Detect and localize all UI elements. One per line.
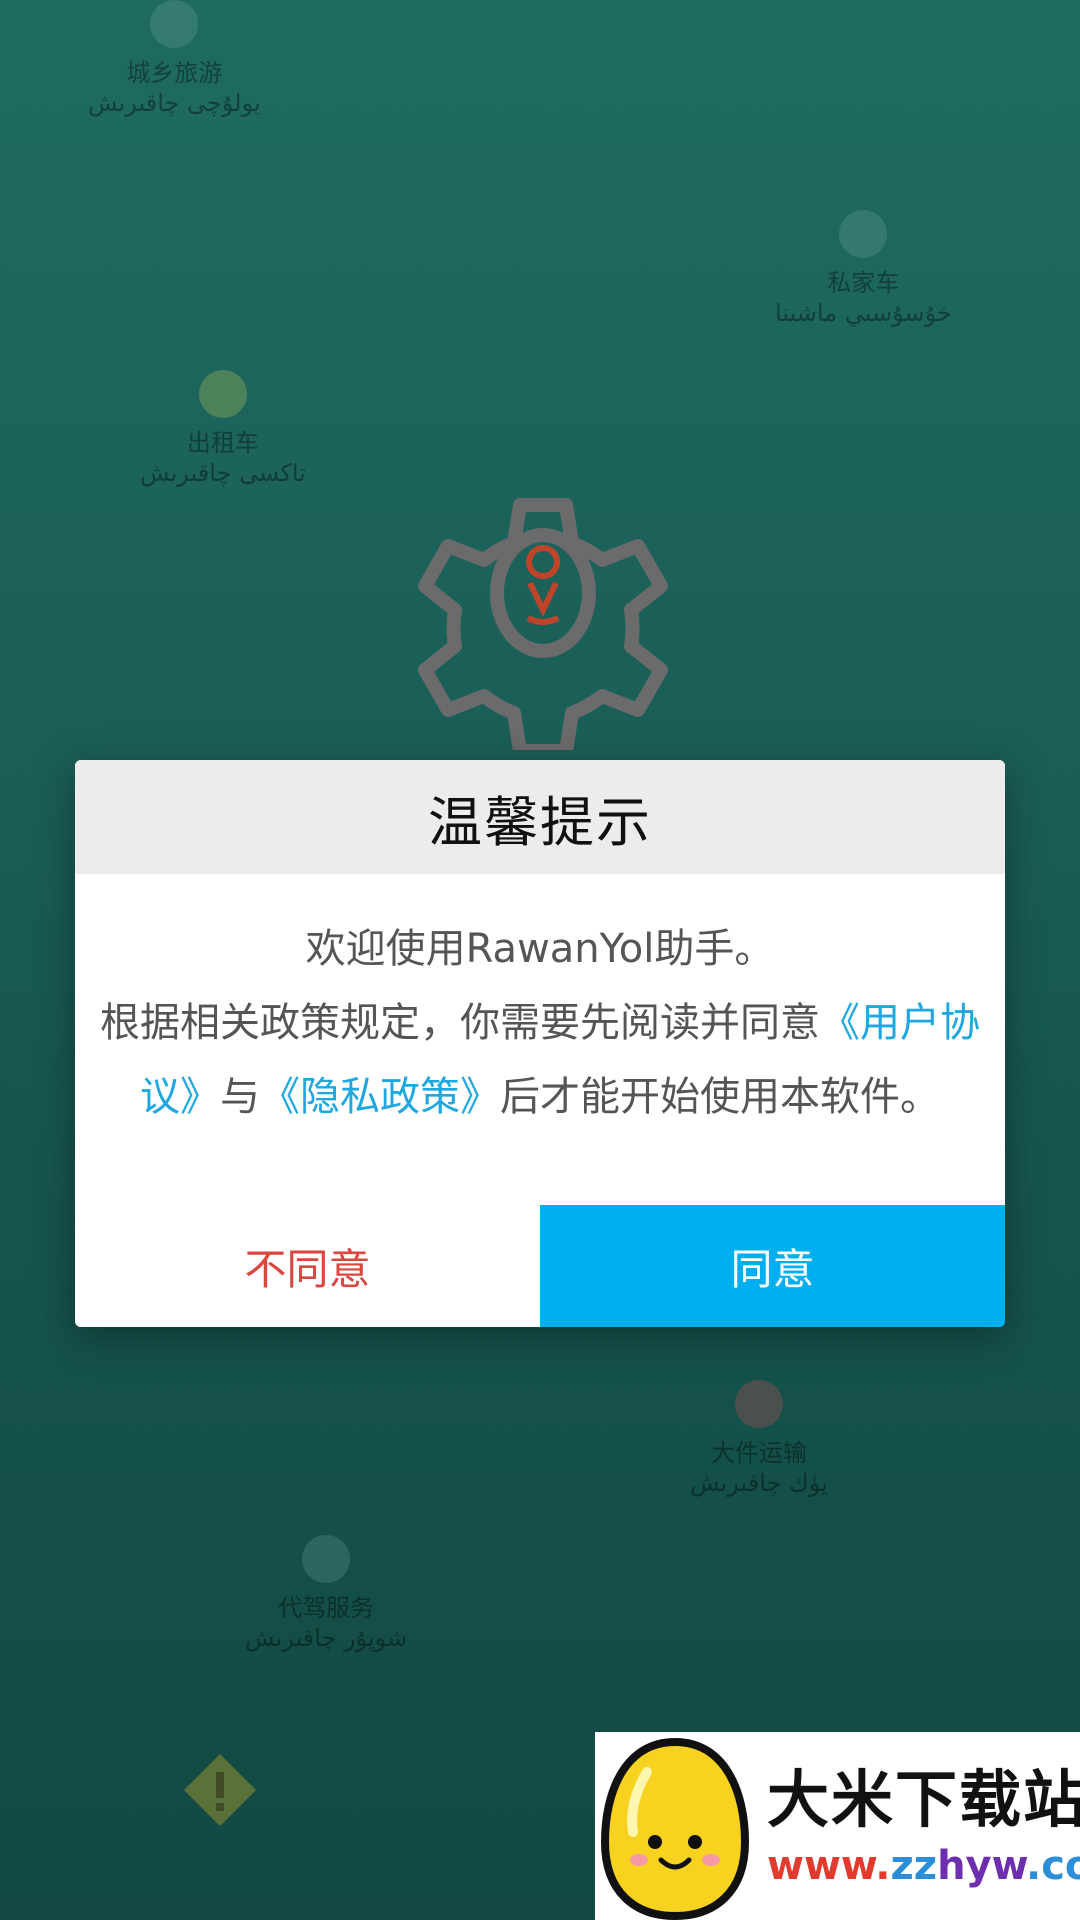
watermark-text: 大米下载站 www.zzhyw.com — [755, 1760, 1080, 1892]
watermark-title: 大米下载站 — [767, 1763, 1080, 1836]
policy-text-prefix: 根据相关政策规定，你需要先阅读并同意 — [100, 1000, 820, 1046]
policy-text: 根据相关政策规定，你需要先阅读并同意《用户协议》与《隐私政策》后才能开始使用本软… — [89, 986, 991, 1134]
dialog-title: 温馨提示 — [428, 790, 652, 854]
dialog-message: 欢迎使用RawanYol助手。 根据相关政策规定，你需要先阅读并同意《用户协议》… — [75, 874, 1005, 1134]
privacy-policy-link[interactable]: 《隐私政策》 — [260, 1074, 500, 1120]
policy-text-suffix: 后才能开始使用本软件。 — [500, 1074, 940, 1120]
watermark-url: www.zzhyw.com — [767, 1843, 1080, 1889]
dialog-footer: 不同意 同意 — [75, 1205, 1005, 1327]
welcome-text: 欢迎使用RawanYol助手。 — [305, 926, 775, 972]
dialog-header: 温馨提示 — [75, 760, 1005, 874]
privacy-dialog: 温馨提示 欢迎使用RawanYol助手。 根据相关政策规定，你需要先阅读并同意《… — [75, 760, 1005, 1327]
disagree-button[interactable]: 不同意 — [75, 1205, 540, 1327]
policy-conjunction: 与 — [220, 1074, 260, 1120]
watermark-logo-icon — [600, 1737, 750, 1920]
agree-button[interactable]: 同意 — [540, 1205, 1005, 1327]
watermark-banner: 大米下载站 www.zzhyw.com — [595, 1732, 1080, 1920]
